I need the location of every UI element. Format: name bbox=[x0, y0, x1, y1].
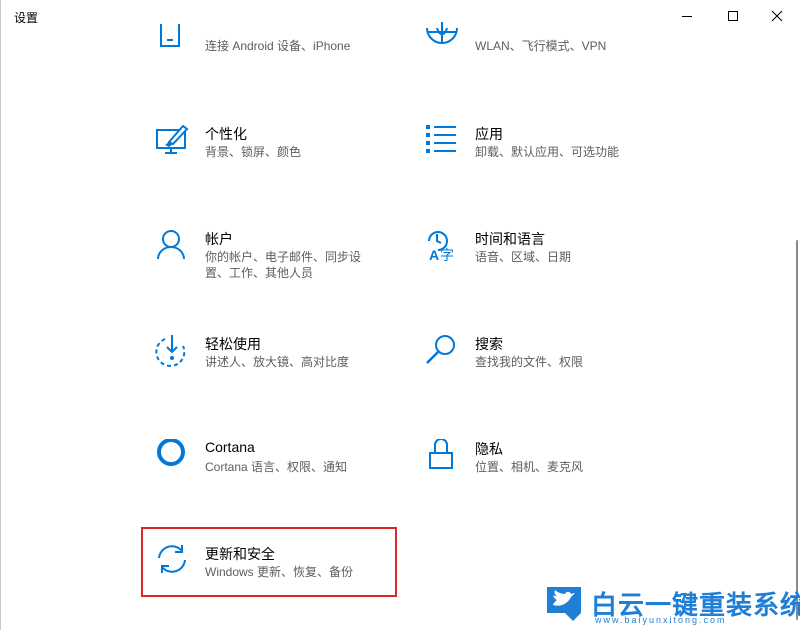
minimize-button[interactable] bbox=[664, 0, 710, 32]
title-bar: 设置 bbox=[0, 0, 800, 32]
cortana-ring-icon bbox=[155, 439, 195, 479]
tile-phone-desc: 连接 Android 设备、iPhone bbox=[205, 39, 351, 53]
tile-accounts-title: 帐户 bbox=[205, 231, 233, 247]
highlight-box bbox=[141, 527, 397, 597]
tile-cortana-title: Cortana bbox=[205, 439, 255, 455]
tile-apps-title: 应用 bbox=[475, 126, 503, 142]
svg-text:A: A bbox=[429, 247, 439, 263]
tile-search[interactable]: 搜索 查找我的文件、权限 bbox=[425, 334, 675, 404]
tile-personalization-desc: 背景、锁屏、颜色 bbox=[205, 145, 302, 159]
time-language-icon: A 字 bbox=[425, 229, 465, 269]
watermark-url: www.baiyunxitong.com bbox=[595, 615, 727, 625]
tile-time-language-title: 时间和语言 bbox=[475, 231, 545, 247]
tile-apps[interactable]: 应用 卸载、默认应用、可选功能 bbox=[425, 124, 675, 194]
tile-search-desc: 查找我的文件、权限 bbox=[475, 355, 584, 369]
tile-ease-of-access[interactable]: 轻松使用 讲述人、放大镜、高对比度 bbox=[155, 334, 405, 404]
apps-list-icon bbox=[425, 124, 465, 164]
tile-ease-of-access-desc: 讲述人、放大镜、高对比度 bbox=[205, 355, 350, 369]
tile-ease-of-access-title: 轻松使用 bbox=[205, 336, 261, 352]
tile-privacy-title: 隐私 bbox=[475, 441, 503, 457]
window-title: 设置 bbox=[14, 11, 39, 25]
tile-time-language[interactable]: A 字 时间和语言 语音、区域、日期 bbox=[425, 229, 675, 299]
tile-accounts-desc-line2: 置、工作、其他人员 bbox=[205, 266, 314, 280]
tile-accounts[interactable]: 帐户 你的帐户、电子邮件、同步设 置、工作、其他人员 bbox=[155, 229, 405, 299]
tile-network[interactable]: WLAN、飞行模式、VPN bbox=[425, 22, 675, 108]
tile-phone[interactable]: 连接 Android 设备、iPhone bbox=[155, 24, 405, 108]
tile-cortana-desc: Cortana 语言、权限、通知 bbox=[205, 460, 348, 474]
tile-search-title: 搜索 bbox=[475, 336, 503, 352]
scrollbar[interactable] bbox=[796, 240, 798, 620]
tile-apps-desc: 卸载、默认应用、可选功能 bbox=[475, 145, 620, 159]
twitter-bird-logo-icon bbox=[543, 585, 585, 623]
maximize-button[interactable] bbox=[710, 0, 756, 32]
close-button[interactable] bbox=[754, 0, 800, 32]
phone-icon bbox=[155, 22, 195, 62]
window-border bbox=[0, 0, 1, 630]
ease-of-access-icon bbox=[155, 334, 195, 374]
tile-cortana[interactable]: Cortana Cortana 语言、权限、通知 bbox=[155, 439, 405, 509]
settings-window: 设置 连接 Android 设备、iPhone WLAN、飞行模式、VPN 个性… bbox=[0, 0, 800, 630]
tile-personalization-title: 个性化 bbox=[205, 126, 247, 142]
tile-privacy[interactable]: 隐私 位置、相机、麦克风 bbox=[425, 439, 675, 509]
lock-icon bbox=[425, 439, 465, 479]
tile-network-desc: WLAN、飞行模式、VPN bbox=[475, 39, 607, 53]
tile-accounts-desc-line1: 你的帐户、电子邮件、同步设 bbox=[205, 250, 362, 264]
globe-icon bbox=[425, 22, 465, 62]
watermark: 白云一键重装系统 www.baiyunxitong.com bbox=[543, 585, 800, 627]
person-icon bbox=[155, 229, 195, 269]
svg-text:字: 字 bbox=[440, 248, 454, 263]
personalization-icon bbox=[155, 124, 195, 164]
tile-time-language-desc: 语音、区域、日期 bbox=[475, 250, 572, 264]
search-icon bbox=[425, 334, 465, 374]
tile-personalization[interactable]: 个性化 背景、锁屏、颜色 bbox=[155, 124, 405, 194]
tile-privacy-desc: 位置、相机、麦克风 bbox=[475, 460, 584, 474]
